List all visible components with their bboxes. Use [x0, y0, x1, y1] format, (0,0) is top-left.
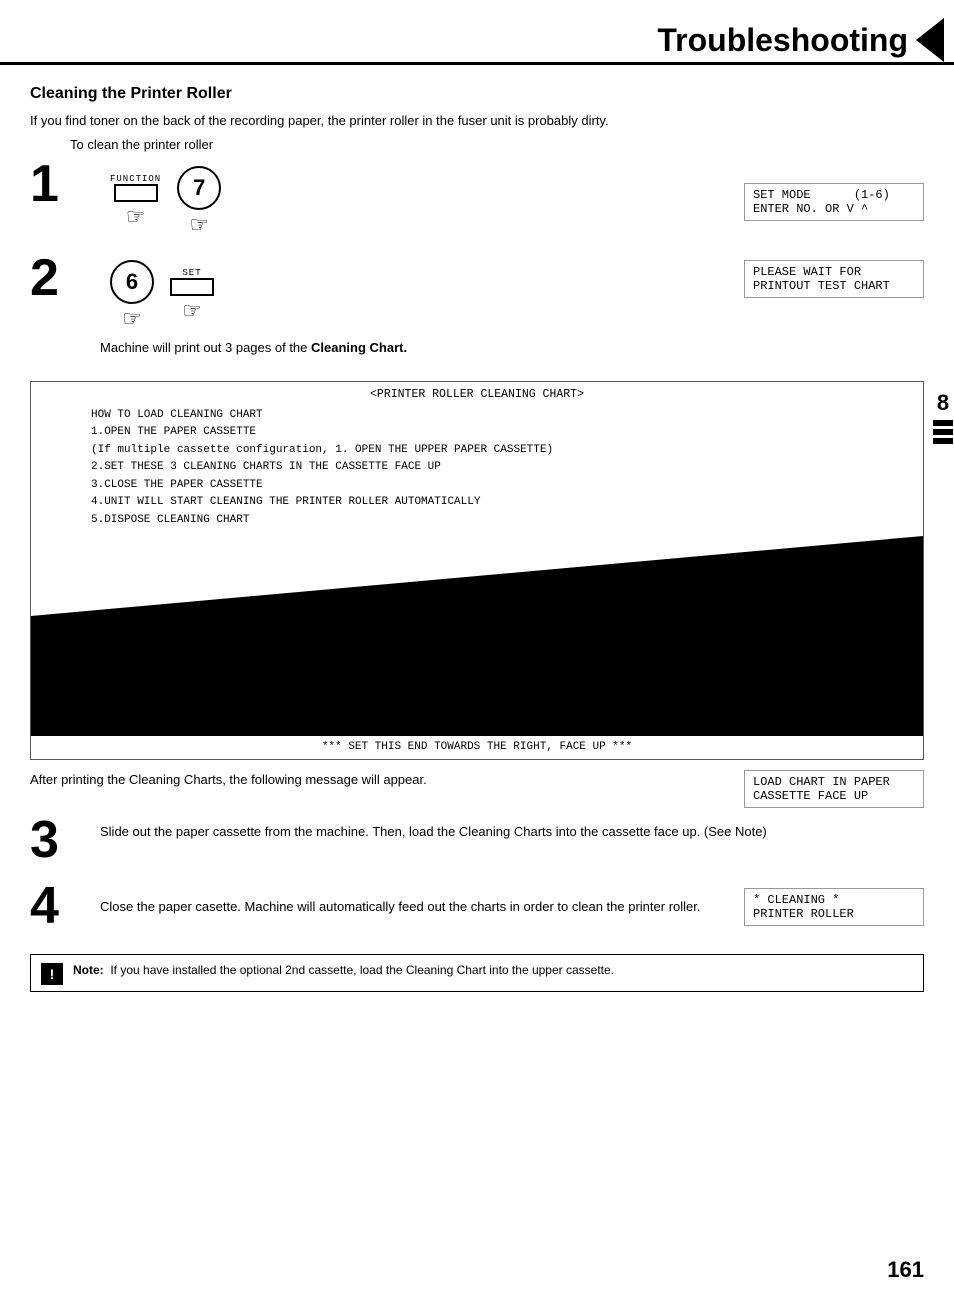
chart-instructions: HOW TO LOAD CLEANING CHART 1.OPEN THE PA…	[31, 405, 923, 536]
step-3-text: Slide out the paper cassette from the ma…	[100, 822, 924, 842]
diagonal-svg	[31, 536, 923, 736]
after-display-line-2: CASSETTE FACE UP	[753, 789, 915, 803]
chart-footer: *** SET THIS END TOWARDS THE RIGHT, FACE…	[31, 736, 923, 759]
after-display-line-1: LOAD CHART IN PAPER	[753, 775, 915, 789]
page-header: Troubleshooting	[0, 0, 954, 65]
section-lines	[933, 420, 953, 444]
intro-text: If you find toner on the back of the rec…	[30, 111, 924, 131]
display-line-1: SET MODE (1-6)	[753, 188, 915, 202]
hand-icon-4: ☞	[182, 298, 202, 324]
step-2-keys: 6 ☞ SET ☞	[110, 260, 214, 332]
step-1-display: SET MODE (1-6) ENTER NO. OR V ^	[744, 183, 924, 221]
seven-key: 7	[177, 166, 221, 210]
chart-instruction-6: 5.DISPOSE CLEANING CHART	[91, 512, 903, 530]
step-2-number: 2	[30, 252, 90, 304]
step-1-content: FUNCTION ☞ 7 ☞ SET MODE (1-6) ENTER NO. …	[100, 166, 924, 238]
set-label: SET	[182, 268, 201, 278]
chart-instruction-5: 4.UNIT WILL START CLEANING THE PRINTER R…	[91, 494, 903, 512]
title-text: Troubleshooting	[657, 22, 908, 59]
step-2-desc: Machine will print out 3 pages of the Cl…	[100, 340, 924, 355]
section-line	[933, 420, 953, 426]
step-4-text: Close the paper casette. Machine will au…	[100, 897, 724, 917]
function-key-group: FUNCTION ☞	[110, 174, 161, 230]
to-clean-text: To clean the printer roller	[70, 137, 924, 152]
after-row: After printing the Cleaning Charts, the …	[30, 770, 924, 808]
note-box: ! Note: If you have installed the option…	[30, 954, 924, 992]
step-1-keys: FUNCTION ☞ 7 ☞	[110, 166, 221, 238]
set-key-group: SET ☞	[170, 268, 214, 324]
set-key-rect	[170, 278, 214, 296]
section-bar: 8	[932, 390, 954, 444]
section-number: 8	[937, 390, 949, 416]
step-1-row: 1 FUNCTION ☞ 7 ☞ SET MODE (1-6) ENTER NO…	[30, 166, 924, 238]
chart-instruction-4: 3.CLOSE THE PAPER CASSETTE	[91, 477, 903, 495]
hand-icon: ☞	[126, 204, 146, 230]
note-text: Note: If you have installed the optional…	[73, 961, 614, 979]
section-line	[933, 438, 953, 444]
cleaning-chart-box: <PRINTER ROLLER CLEANING CHART> HOW TO L…	[30, 381, 924, 760]
step-2-display: PLEASE WAIT FOR PRINTOUT TEST CHART	[744, 260, 924, 298]
function-label: FUNCTION	[110, 174, 161, 184]
section-line	[933, 429, 953, 435]
chart-instruction-3: 2.SET THESE 3 CLEANING CHARTS IN THE CAS…	[91, 459, 903, 477]
title-arrow-icon	[916, 18, 944, 62]
function-key-rect	[114, 184, 158, 202]
chart-instruction-0: HOW TO LOAD CLEANING CHART	[91, 407, 903, 425]
step4-display-line-1: * CLEANING *	[753, 893, 915, 907]
chart-instruction-1: 1.OPEN THE PAPER CASSETTE	[91, 424, 903, 442]
page-number: 161	[887, 1257, 924, 1283]
section-heading: Cleaning the Printer Roller	[30, 85, 924, 103]
step-4-display: * CLEANING * PRINTER ROLLER	[744, 888, 924, 926]
display-line-4: PRINTOUT TEST CHART	[753, 279, 915, 293]
step-1-number: 1	[30, 158, 90, 210]
six-key: 6	[110, 260, 154, 304]
display-line-2: ENTER NO. OR V ^	[753, 202, 915, 216]
after-text: After printing the Cleaning Charts, the …	[30, 770, 720, 790]
six-key-group: 6 ☞	[110, 260, 154, 332]
chart-instruction-2: (If multiple cassette configuration, 1. …	[91, 442, 903, 460]
step-2-top: 6 ☞ SET ☞ PLEASE WAIT FOR PRINTOUT TEST …	[100, 260, 924, 332]
step-2-right: 6 ☞ SET ☞ PLEASE WAIT FOR PRINTOUT TEST …	[100, 260, 924, 363]
page-title: Troubleshooting	[657, 18, 954, 62]
step-3-row: 3 Slide out the paper cassette from the …	[30, 822, 924, 866]
note-icon: !	[41, 963, 63, 985]
seven-key-group: 7 ☞	[177, 166, 221, 238]
step4-display-line-2: PRINTER ROLLER	[753, 907, 915, 921]
step-2-row: 2 6 ☞ SET ☞ PLEASE WAIT FOR PRINTOUT	[30, 260, 924, 363]
step-4-content: Close the paper casette. Machine will au…	[100, 888, 924, 926]
step-3-number: 3	[30, 814, 90, 866]
step-4-number: 4	[30, 880, 90, 932]
display-line-3: PLEASE WAIT FOR	[753, 265, 915, 279]
hand-icon-3: ☞	[122, 306, 142, 332]
after-display: LOAD CHART IN PAPER CASSETTE FACE UP	[744, 770, 924, 808]
main-content: Cleaning the Printer Roller If you find …	[0, 65, 954, 1012]
black-diagonal	[31, 536, 923, 736]
hand-icon-2: ☞	[189, 212, 209, 238]
step-4-row: 4 Close the paper casette. Machine will …	[30, 888, 924, 932]
chart-title: <PRINTER ROLLER CLEANING CHART>	[31, 382, 923, 405]
